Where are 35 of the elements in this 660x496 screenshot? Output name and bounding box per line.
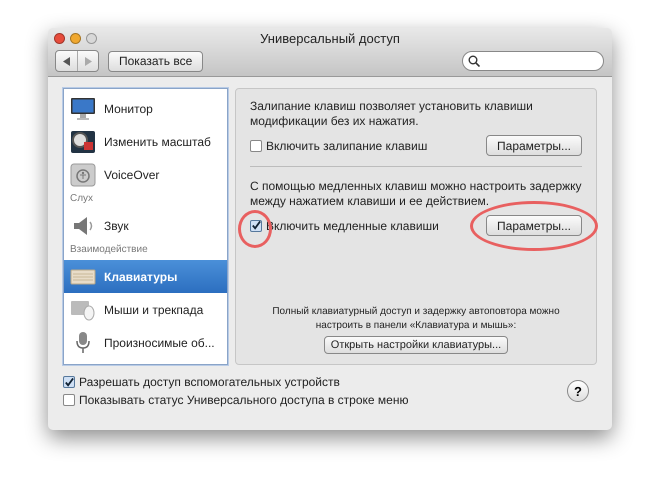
sidebar-item[interactable]: Произносимые об... [64, 326, 227, 359]
options-button[interactable]: Параметры... [486, 135, 582, 156]
note-text: Полный клавиатурный доступ и задержку автоповтора можно настроить в панели «Клавиатура и мышь»: [271, 305, 561, 333]
sidebar-item[interactable]: Мыши и трекпада [64, 293, 227, 326]
enable-checkbox[interactable] [250, 220, 262, 232]
minimize-button[interactable] [70, 32, 81, 44]
sidebar-item[interactable]: Клавиатуры [64, 260, 227, 293]
window-title: Универсальный доступ [259, 30, 401, 46]
enable-label: Включить залипание клавиш [266, 138, 428, 152]
right-arrow-icon [84, 56, 92, 66]
option-checkbox[interactable] [63, 394, 75, 406]
option-label: Показывать статус Универсального доступа в строке меню [79, 393, 408, 407]
sidebar-item[interactable]: VoiceOver [64, 158, 227, 191]
help-button[interactable]: ? [567, 380, 589, 402]
left-arrow-icon [62, 56, 70, 66]
close-button[interactable] [54, 32, 65, 44]
option-checkbox[interactable] [63, 376, 75, 388]
sidebar-item[interactable]: Монитор [64, 92, 227, 125]
show-all-button[interactable]: Показать все [108, 50, 204, 72]
sidebar-item[interactable]: Звук [64, 209, 227, 242]
search-icon [468, 55, 480, 67]
description-text: С помощью медленных клавиш можно настроить задержку между нажатием клавиши и ее действием. [250, 179, 582, 209]
accessibility-icon [70, 162, 96, 186]
zoom-button[interactable] [86, 32, 97, 44]
section-header: Слух [69, 192, 94, 206]
option-label: Разрешать доступ вспомогательных устройств [79, 375, 340, 389]
description-text: Залипание клавиш позволяет установить клавиши модификации без их нажатия. [250, 99, 534, 129]
options-button[interactable]: Параметры... [486, 215, 582, 236]
search-field[interactable] [462, 51, 604, 71]
magnifier-icon [70, 130, 96, 154]
enable-checkbox[interactable] [250, 140, 262, 152]
section-header: Взаимодействие [69, 243, 149, 257]
monitor-icon [70, 96, 96, 120]
sidebar-item[interactable]: Изменить масштаб [64, 125, 227, 158]
open-keyboard-settings-button[interactable]: Открыть настройки клавиатуры... [324, 336, 508, 354]
